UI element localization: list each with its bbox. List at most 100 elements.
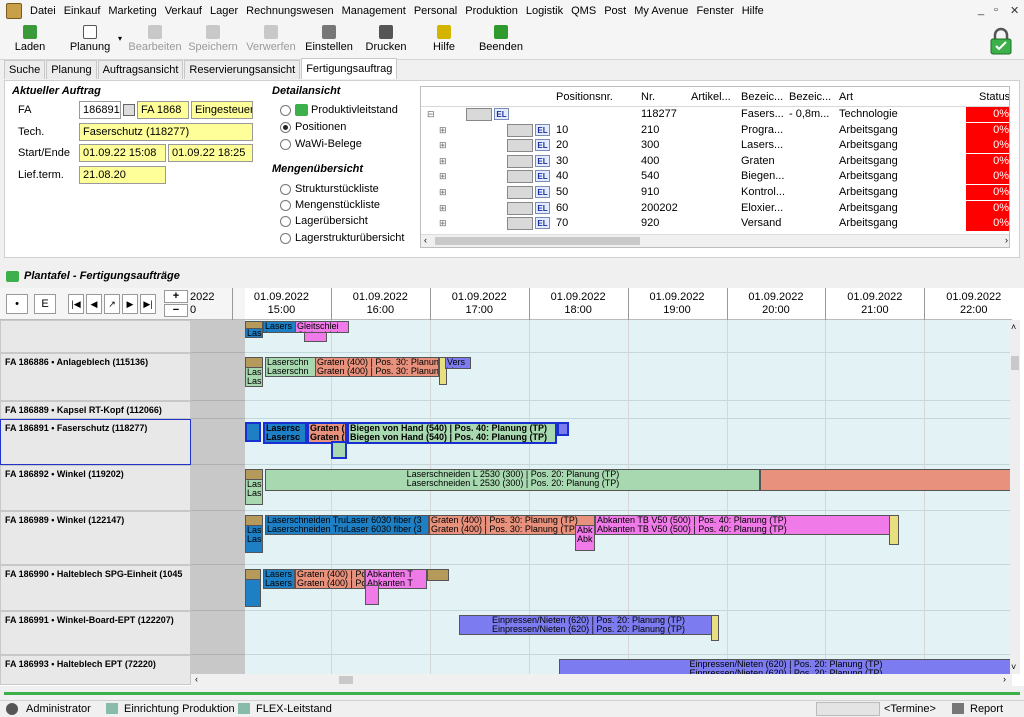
- tab-reservierungsansicht[interactable]: Reservierungsansicht: [184, 60, 301, 79]
- fa-number-field[interactable]: 186891: [79, 101, 121, 119]
- gantt-bar[interactable]: Graten (400) | Pos. 30: Planun Graten (40…: [315, 357, 439, 377]
- chevron-down-icon[interactable]: ▾: [118, 34, 122, 43]
- gantt-bar[interactable]: Einpressen/Nieten (620) | Pos. 20: Planu…: [459, 615, 717, 635]
- col-art[interactable]: Art: [839, 91, 853, 103]
- scroll-thumb[interactable]: [435, 237, 640, 245]
- tab-planung[interactable]: Planung: [46, 60, 97, 79]
- menu-management[interactable]: Management: [338, 0, 410, 22]
- status-report[interactable]: Report: [970, 703, 1003, 715]
- nav-today-button[interactable]: •: [6, 294, 28, 314]
- tab-fertigungsauftrag[interactable]: Fertigungsauftrag: [301, 58, 398, 79]
- gantt-bar[interactable]: Abkanten TB V50 (500) | Pos. 40: Planung…: [595, 515, 891, 535]
- expand-icon[interactable]: ⊞: [439, 171, 447, 182]
- gantt-bar[interactable]: Graten (400) | Pos.Graten (400) | Pos.: [295, 569, 365, 589]
- v-scroll-thumb[interactable]: [1011, 356, 1019, 370]
- radio-lagerstrukturuebersicht[interactable]: Lagerstrukturübersicht: [280, 232, 404, 244]
- search-icon[interactable]: [123, 104, 135, 116]
- gantt-bar[interactable]: LasLas: [245, 525, 263, 553]
- col-bezeichnung2[interactable]: Bezeic...: [789, 91, 831, 103]
- restore-icon[interactable]: ▫: [994, 4, 998, 16]
- verwerfen-button[interactable]: Verwerfen: [244, 24, 298, 58]
- gantt-bar[interactable]: Laserschn Laserschn: [265, 357, 317, 377]
- col-status[interactable]: Status: [979, 91, 1009, 103]
- gantt-row-label[interactable]: FA 186993 • Halteblech EPT (72220): [0, 655, 191, 685]
- gantt-bar[interactable]: LasLas: [245, 328, 263, 338]
- gantt-bar[interactable]: Biegen von Hand (540) | Pos. 40: Planung…: [347, 422, 557, 444]
- planung-button[interactable]: Planung: [62, 24, 118, 58]
- gantt-row-body[interactable]: Las Las Laserschn Laserschn Graten (400) | P…: [245, 353, 1012, 401]
- radio-strukturstueckliste[interactable]: Strukturstückliste: [280, 183, 379, 195]
- gantt-row-body[interactable]: Lasersc Lasersc Graten (Graten (Biegen von…: [245, 419, 1012, 465]
- gantt-bar[interactable]: LasersLasers: [263, 321, 296, 333]
- chevron-right-icon[interactable]: ›: [1005, 235, 1008, 245]
- gantt-row-label[interactable]: FA 186886 • Anlageblech (115136): [0, 353, 191, 401]
- expand-icon[interactable]: ⊞: [439, 203, 447, 214]
- menu-produktion[interactable]: Produktion: [461, 0, 522, 22]
- menu-fenster[interactable]: Fenster: [692, 0, 737, 22]
- table-row[interactable]: ⊞ EL 50 910 Kontrol... Arbeitsgang 0%: [421, 185, 1009, 201]
- gantt-row-body[interactable]: LasersLasersGraten (400) | Pos.Graten (4…: [245, 565, 1012, 611]
- gantt-row-label[interactable]: FA 186991 • Winkel-Board-EPT (122207): [0, 611, 191, 655]
- gantt-bar[interactable]: Lasersc Lasersc: [263, 422, 307, 444]
- gantt-row-label[interactable]: FA 186989 • Winkel (122147): [0, 511, 191, 565]
- gantt-row-body[interactable]: Einpressen/Nieten (620) | Pos. 20: Planu…: [245, 611, 1012, 655]
- zoom-out-button[interactable]: −: [164, 304, 188, 317]
- gantt-bar[interactable]: [245, 422, 261, 442]
- gantt-bar[interactable]: VersVers: [445, 357, 471, 369]
- radio-positionen[interactable]: Positionen: [280, 121, 346, 133]
- collapse-icon[interactable]: ⊟: [427, 109, 435, 120]
- gantt-h-scrollbar[interactable]: ‹ ›: [191, 674, 1012, 686]
- status-termine[interactable]: <Termine>: [884, 703, 936, 715]
- col-nr[interactable]: Nr.: [641, 91, 655, 103]
- gantt-bar[interactable]: LasLas: [245, 367, 263, 387]
- minimize-icon[interactable]: _: [978, 4, 984, 16]
- menu-hilfe[interactable]: Hilfe: [738, 0, 768, 22]
- einstellen-button[interactable]: Einstellen: [302, 24, 356, 58]
- table-row[interactable]: ⊞ EL 60 200202 Eloxier... Arbeitsgang 0%: [421, 200, 1009, 217]
- table-row[interactable]: ⊞ EL 20 300 Lasers... Arbeitsgang 0%: [421, 138, 1009, 154]
- menu-einkauf[interactable]: Einkauf: [60, 0, 105, 22]
- gantt-bar[interactable]: [557, 422, 569, 436]
- gantt-bar[interactable]: [711, 615, 719, 641]
- chevron-down-small-icon[interactable]: ˅: [1011, 662, 1016, 672]
- menu-datei[interactable]: Datei: [26, 0, 60, 22]
- radio-mengenstueckliste[interactable]: Mengenstückliste: [280, 199, 380, 211]
- gantt-bar[interactable]: Graten (400) | Pos. 30: Planung (TP) Grat…: [429, 515, 595, 535]
- nav-end-button[interactable]: E: [34, 294, 56, 314]
- gantt-row-label[interactable]: [0, 320, 191, 353]
- menu-lager[interactable]: Lager: [206, 0, 242, 22]
- tab-suche[interactable]: Suche: [4, 60, 46, 79]
- gantt-bar[interactable]: LasersLasers: [263, 569, 295, 589]
- zoom-in-button[interactable]: +: [164, 290, 188, 303]
- table-row[interactable]: ⊟ EL 118277 Fasers... - 0,8m... Technologie 0%: [421, 107, 1009, 123]
- close-icon[interactable]: ✕: [1010, 4, 1019, 17]
- expand-icon[interactable]: ⊞: [439, 140, 447, 151]
- menu-logistik[interactable]: Logistik: [522, 0, 567, 22]
- gantt-row-body[interactable]: LasLasLasersLasersGleitschleiGleitschlei: [245, 320, 1012, 353]
- status-module1[interactable]: Einrichtung Produktion: [124, 703, 235, 715]
- table-row[interactable]: ⊞ EL 70 920 Versand Arbeitsgang 0%: [421, 216, 1009, 232]
- col-bezeichnung1[interactable]: Bezeic...: [741, 91, 783, 103]
- chevron-left-small-icon[interactable]: ‹: [195, 674, 198, 684]
- gantt-row-label[interactable]: FA 186892 • Winkel (119202): [0, 465, 191, 511]
- gantt-row-label[interactable]: FA 186889 • Kapsel RT-Kopf (112066): [0, 401, 191, 419]
- table-row[interactable]: ⊞ EL 10 210 Progra... Arbeitsgang 0%: [421, 122, 1009, 139]
- nav-first-button[interactable]: |◀: [68, 294, 84, 314]
- gantt-row-body[interactable]: [245, 401, 1012, 419]
- radio-produktivleitstand[interactable]: Produktivleitstand: [280, 104, 398, 116]
- expand-icon[interactable]: ⊞: [439, 218, 447, 229]
- menu-rechnungswesen[interactable]: Rechnungswesen: [242, 0, 337, 22]
- gantt-row-body[interactable]: Las Las Laserschneiden L 2530 (300) | Pos.…: [245, 465, 1012, 511]
- nav-jump-button[interactable]: ↗: [104, 294, 120, 314]
- gantt-bar[interactable]: [760, 469, 1012, 491]
- laden-button[interactable]: Laden: [8, 24, 52, 58]
- chevron-right-small-icon[interactable]: ›: [1003, 674, 1006, 684]
- menu-marketing[interactable]: Marketing: [104, 0, 160, 22]
- menu-verkauf[interactable]: Verkauf: [161, 0, 206, 22]
- expand-icon[interactable]: ⊞: [439, 125, 447, 136]
- gantt-bar[interactable]: Laserschneiden L 2530 (300) | Pos. 20: P…: [265, 469, 760, 491]
- expand-icon[interactable]: ⊞: [439, 156, 447, 167]
- gantt-bar[interactable]: [245, 579, 261, 607]
- tab-auftragsansicht[interactable]: Auftragsansicht: [97, 60, 184, 79]
- table-row[interactable]: ⊞ EL 40 540 Biegen... Arbeitsgang 0%: [421, 169, 1009, 185]
